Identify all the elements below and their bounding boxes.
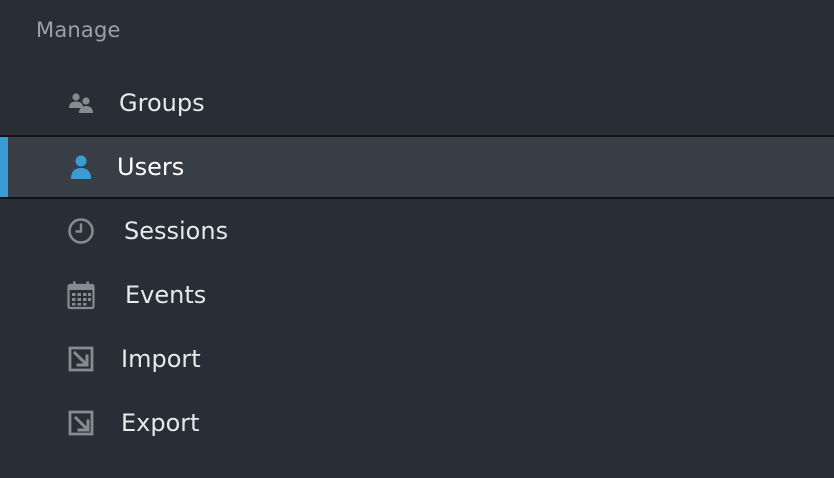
- sidebar-item-label: Groups: [119, 89, 205, 117]
- sidebar-item-sessions[interactable]: Sessions: [0, 199, 834, 263]
- clock-icon: [66, 216, 96, 246]
- sidebar-item-label: Sessions: [124, 217, 229, 245]
- export-icon: [66, 408, 96, 438]
- section-heading: Manage: [36, 18, 121, 42]
- calendar-icon: [66, 280, 96, 310]
- nav-list: Groups Users Sessions Events Import Expo…: [0, 71, 834, 455]
- sidebar-item-label: Export: [121, 409, 200, 437]
- sidebar-item-events[interactable]: Events: [0, 263, 834, 327]
- sidebar-item-label: Users: [117, 153, 185, 181]
- sidebar-item-export[interactable]: Export: [0, 391, 834, 455]
- sidebar-item-groups[interactable]: Groups: [0, 71, 834, 135]
- sidebar-item-users[interactable]: Users: [0, 135, 834, 199]
- import-icon: [66, 344, 96, 374]
- sidebar-item-label: Events: [125, 281, 207, 309]
- sidebar-item-import[interactable]: Import: [0, 327, 834, 391]
- user-icon: [66, 152, 96, 182]
- sidebar: Manage Groups Users Sessions Events Impo…: [0, 0, 834, 478]
- sidebar-item-label: Import: [121, 345, 201, 373]
- groups-icon: [66, 88, 96, 118]
